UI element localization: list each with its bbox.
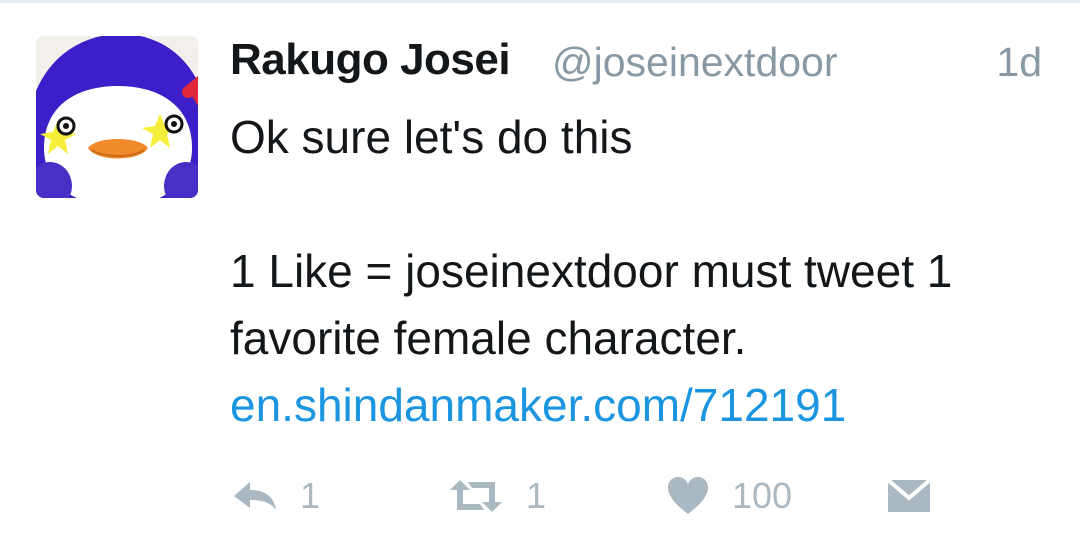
like-button[interactable]: 100 [666,468,792,524]
timestamp[interactable]: 1d [996,34,1042,90]
retweet-count: 1 [526,475,547,516]
heart-icon [666,476,710,516]
tweet-text: Ok sure let's do this 1 Like = joseinext… [230,104,1060,439]
tweet-text-line: favorite female character. [230,312,747,364]
retweet-button[interactable]: 1 [448,468,546,524]
reply-button[interactable]: 1 [230,468,320,524]
reply-count: 1 [300,475,321,516]
penguin-avatar-image [36,36,198,198]
direct-message-button[interactable] [886,468,932,524]
display-name[interactable]: Rakugo Josei [230,32,511,88]
top-divider [0,0,1080,3]
tweet-text-line: Ok sure let's do this [230,111,633,163]
tweet-text-line: 1 Like = joseinextdoor must tweet 1 [230,245,953,297]
envelope-icon [886,478,932,514]
retweet-icon [448,478,504,514]
user-handle[interactable]: @joseinextdoor [552,34,838,90]
reply-icon [230,478,278,514]
tweet-link[interactable]: en.shindanmaker.com/712191 [230,372,1060,439]
like-count: 100 [732,475,793,516]
tweet-actions: 1 1 100 [230,468,1060,524]
avatar[interactable] [36,36,198,198]
